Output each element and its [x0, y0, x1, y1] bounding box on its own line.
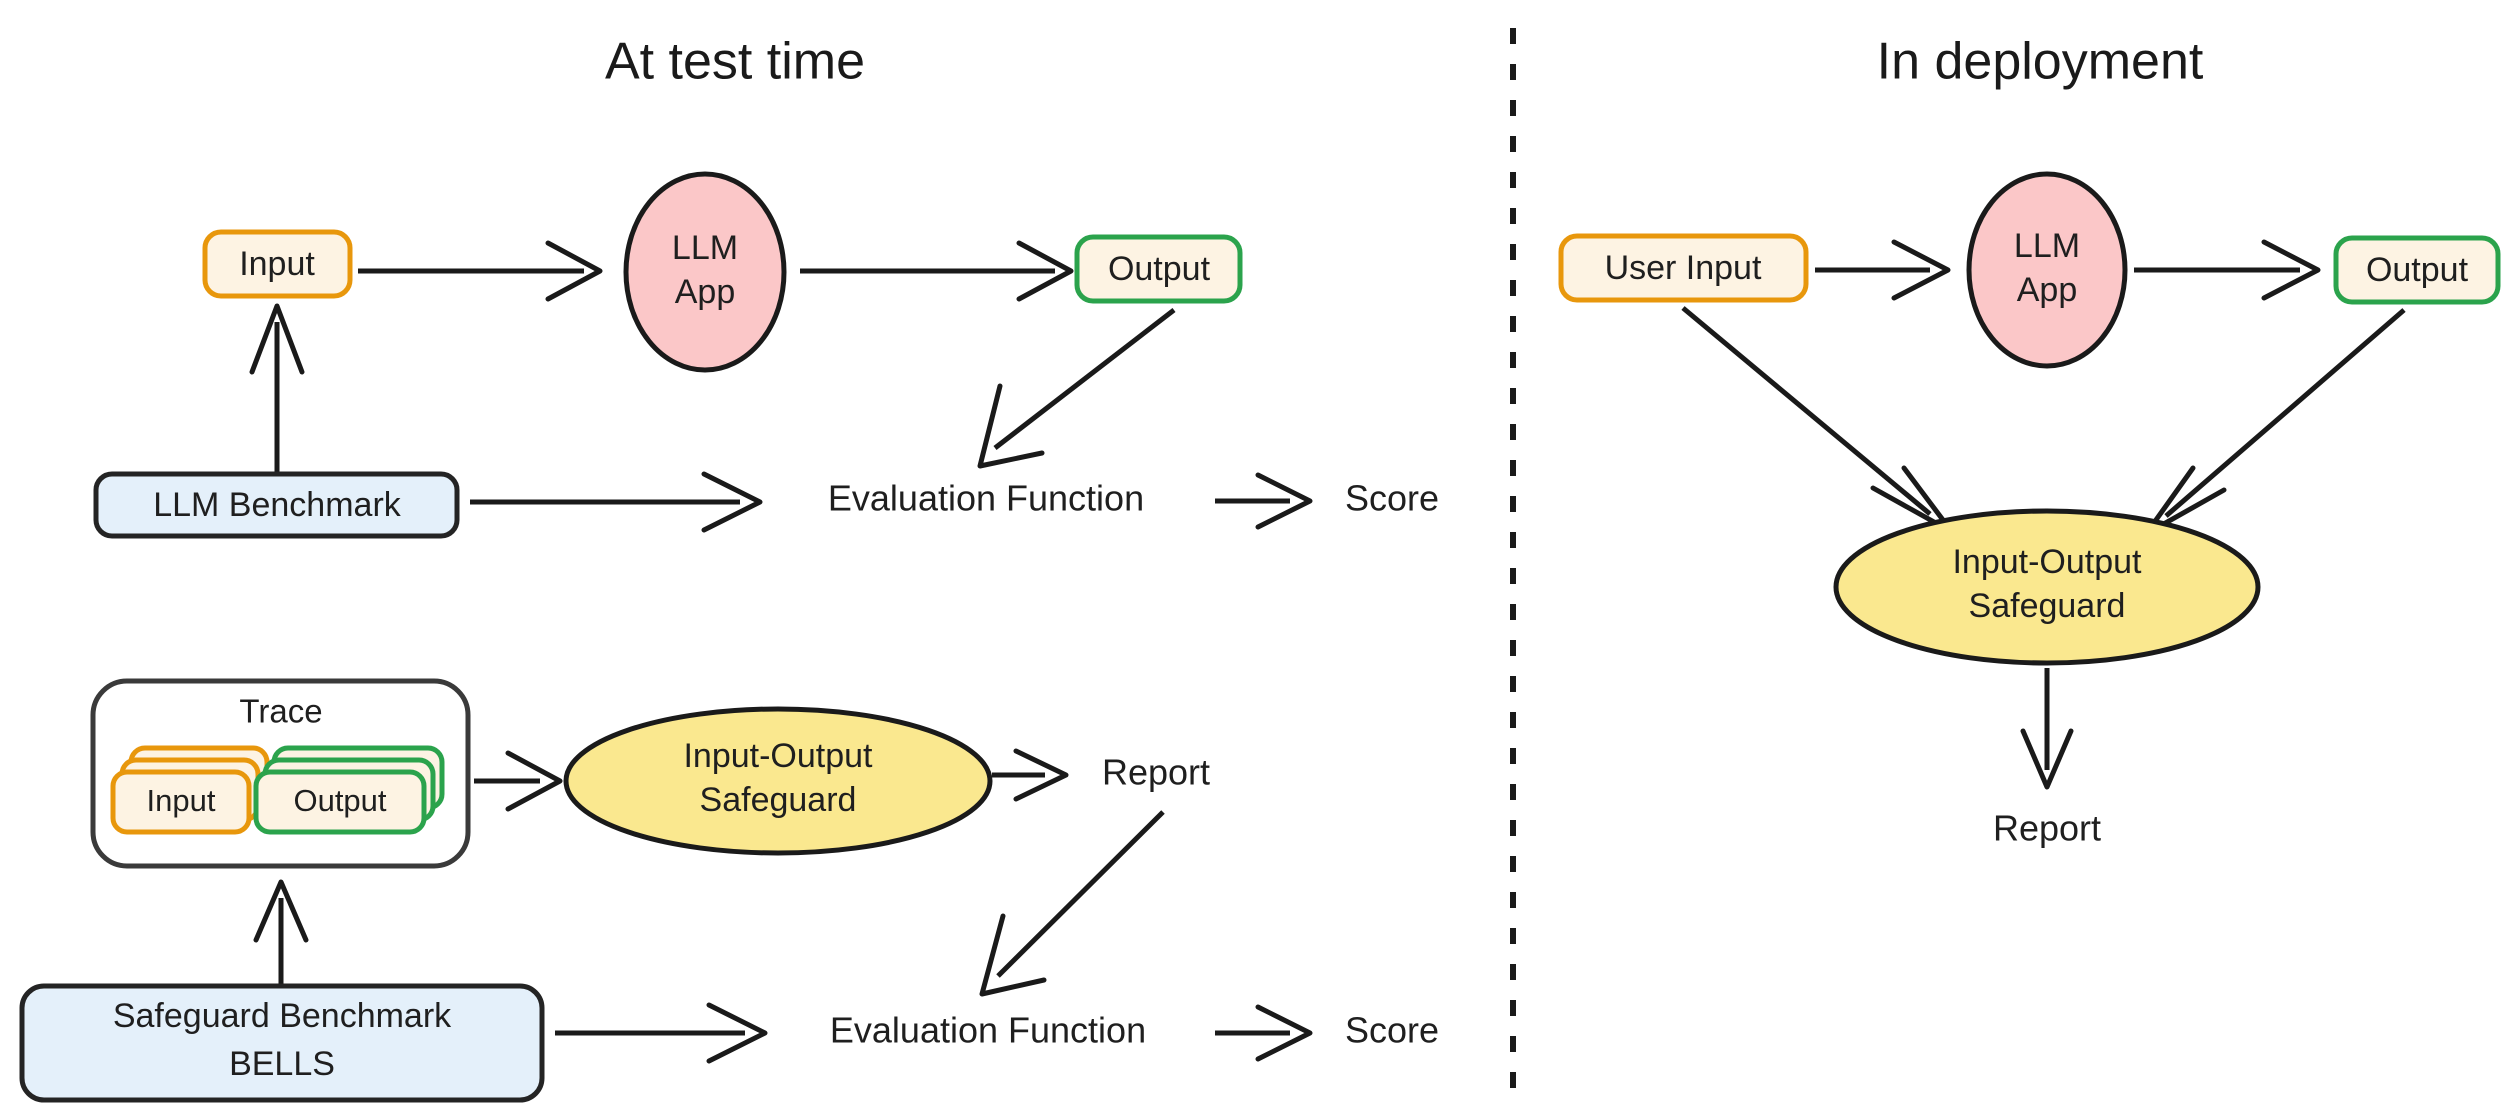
- edge-output-to-safeguard: [2143, 308, 2406, 537]
- node-safeguard-test-line1: Input-Output: [683, 737, 873, 775]
- node-safeguard-benchmark: Safeguard Benchmark BELLS: [19, 983, 545, 1103]
- node-safeguard-deploy: Input-Output Safeguard: [1833, 508, 2261, 666]
- edge-input-to-llmapp: [358, 240, 603, 302]
- edge-llmapp-to-output-deploy: [2134, 239, 2321, 301]
- edge-userinput-to-llmapp: [1815, 239, 1951, 301]
- node-safeguard-deploy-line2: Safeguard: [1969, 587, 2126, 625]
- label-score-bottom: Score: [1345, 1010, 1439, 1051]
- trace-output-label: Output: [293, 783, 386, 818]
- label-score-top: Score: [1345, 478, 1439, 519]
- trace-input-label: Input: [147, 783, 216, 818]
- node-llm-app-test: LLM App: [623, 171, 787, 373]
- edge-userinput-to-safeguard: [1681, 306, 1955, 535]
- edge-trace-to-safeguard: [474, 750, 563, 812]
- edge-benchmark-to-eval-top: [470, 471, 763, 533]
- node-user-input: User Input: [1558, 233, 1809, 303]
- label-report-deploy: Report: [1993, 808, 2101, 849]
- edge-safeguard-to-report-deploy: [2020, 668, 2074, 790]
- node-safeguard-benchmark-line1: Safeguard Benchmark: [113, 997, 452, 1035]
- node-output-deploy-label: Output: [2366, 251, 2469, 289]
- edge-report-to-eval-bottom: [979, 810, 1165, 997]
- diagram-canvas: At test time In deployment Input LLM App: [0, 0, 2520, 1109]
- node-safeguard-benchmark-line2: BELLS: [229, 1045, 335, 1083]
- label-evaluation-function-top: Evaluation Function: [828, 478, 1144, 519]
- edge-eval-to-score-bottom: [1215, 1004, 1313, 1062]
- node-input-test: Input: [202, 229, 353, 299]
- node-safeguard-deploy-line1: Input-Output: [1952, 543, 2142, 581]
- edge-llmapp-to-output: [800, 240, 1074, 302]
- edge-safeguard-to-report-test: [992, 748, 1069, 802]
- node-user-input-label: User Input: [1605, 249, 1762, 287]
- node-llm-app-deploy-line2: App: [2017, 271, 2078, 309]
- node-output-test: Output: [1074, 234, 1243, 304]
- node-output-deploy: Output: [2333, 235, 2501, 305]
- node-llm-app-test-label-line1: LLM: [672, 229, 738, 267]
- node-output-test-label: Output: [1108, 250, 1211, 288]
- node-safeguard-test-line2: Safeguard: [700, 781, 857, 819]
- node-trace: Trace Input Output: [90, 678, 471, 869]
- label-evaluation-function-bottom: Evaluation Function: [830, 1010, 1146, 1051]
- trace-output-stack: Output: [253, 745, 445, 835]
- trace-input-stack: Input: [110, 745, 270, 835]
- node-trace-title: Trace: [239, 693, 322, 730]
- panel-title-test-time: At test time: [605, 33, 865, 91]
- node-llm-app-deploy: LLM App: [1966, 171, 2128, 369]
- edge-sgbenchmark-to-eval-bottom: [555, 1002, 768, 1064]
- node-safeguard-test: Input-Output Safeguard: [563, 706, 993, 856]
- node-llm-app-test-label-line2: App: [675, 273, 736, 311]
- edge-benchmark-to-input: [249, 303, 305, 476]
- label-report-test: Report: [1102, 752, 1210, 793]
- node-llm-benchmark: LLM Benchmark: [93, 471, 460, 539]
- edge-sgbenchmark-to-trace: [253, 879, 309, 988]
- figure-svg: At test time In deployment Input LLM App: [19, 28, 2501, 1103]
- edge-output-to-eval-top: [977, 308, 1176, 469]
- edge-eval-to-score-top: [1215, 472, 1313, 530]
- node-input-test-label: Input: [239, 245, 315, 283]
- node-llm-app-deploy-line1: LLM: [2014, 227, 2080, 265]
- node-llm-benchmark-label: LLM Benchmark: [153, 486, 402, 524]
- panel-title-deployment: In deployment: [1877, 33, 2204, 91]
